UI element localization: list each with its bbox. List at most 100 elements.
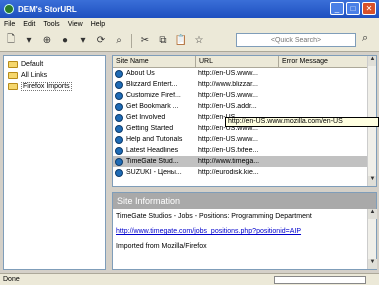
refresh-icon[interactable]: ⟳ xyxy=(93,33,109,49)
paste-icon[interactable]: 📋 xyxy=(173,33,189,49)
dropdown-arrow-icon[interactable]: ▾ xyxy=(75,33,91,49)
dropdown-arrow-icon[interactable]: ▾ xyxy=(21,33,37,49)
url-cell: http://en-US.www... xyxy=(198,70,258,77)
site-name-cell: Blizzard Entert... xyxy=(113,80,196,89)
site-info-header: Site Information xyxy=(113,193,376,209)
site-name-cell: Help and Tutorials xyxy=(113,135,196,144)
menu-edit[interactable]: Edit xyxy=(23,21,35,28)
table-row[interactable]: Latest Headlines http://en-US.fxfee... xyxy=(113,145,376,156)
url-tooltip: http://en-US.www.mozilla.com/en-US xyxy=(225,117,379,127)
site-name-text: Blizzard Entert... xyxy=(126,81,178,88)
table-row[interactable]: Help and Tutorials http://en-US.www... xyxy=(113,134,376,145)
site-name-text: TimeGate Stud... xyxy=(126,158,179,165)
site-name-cell: Get Bookmark ... xyxy=(113,102,196,111)
scroll-up-icon[interactable]: ▲ xyxy=(368,209,377,219)
toolbar: 🗋 ▾ ⊕ ● ▾ ⟳ ⌕ ✂ ⧉ 📋 ☆ ⌕ xyxy=(0,30,379,52)
url-cell: http://eurodisk.kie... xyxy=(198,169,259,176)
scroll-up-icon[interactable]: ▲ xyxy=(368,56,376,66)
folder-icon xyxy=(8,61,18,68)
close-button[interactable]: ✕ xyxy=(362,2,376,15)
quick-search-input[interactable] xyxy=(236,33,356,47)
table-row[interactable]: Customize Firef... http://en-US.www... xyxy=(113,90,376,101)
table-row[interactable]: TimeGate Stud... http://www.timega... xyxy=(113,156,376,167)
tree-item-default[interactable]: Default xyxy=(8,59,101,70)
tree-item-label: All Links xyxy=(21,72,48,79)
globe-icon xyxy=(115,135,123,144)
find-icon[interactable]: ⌕ xyxy=(111,33,127,49)
status-progress xyxy=(274,276,366,284)
menu-file[interactable]: File xyxy=(4,21,15,28)
url-cell: http://en-US.fxfee... xyxy=(198,147,259,154)
site-info-title: TimeGate Studios - Jobs - Positions: Pro… xyxy=(116,213,312,220)
globe-icon xyxy=(115,157,123,166)
cut-icon[interactable]: ✂ xyxy=(137,33,153,49)
site-name-cell: Customize Firef... xyxy=(113,91,196,100)
site-name-text: About Us xyxy=(126,70,155,77)
favorite-star-icon[interactable]: ☆ xyxy=(191,33,207,49)
site-name-text: Getting Started xyxy=(126,125,174,132)
scroll-down-icon[interactable]: ▼ xyxy=(368,176,376,186)
scroll-down-icon[interactable]: ▼ xyxy=(368,259,377,269)
window-title: DEM's StorURL xyxy=(18,4,77,14)
globe-icon xyxy=(115,168,123,177)
column-header-url[interactable]: URL xyxy=(196,56,279,67)
tree-item-all-links[interactable]: All Links xyxy=(8,70,101,81)
table-row[interactable]: Blizzard Entert... http://www.blizzar... xyxy=(113,79,376,90)
site-name-cell: Get Involved xyxy=(113,113,196,122)
menu-tools[interactable]: Tools xyxy=(43,21,59,28)
tree-item-firefox-imports[interactable]: Firefox Imports xyxy=(8,81,101,92)
globe-icon xyxy=(115,146,123,155)
globe-icon xyxy=(115,102,123,111)
tree-item-label: Default xyxy=(21,61,44,68)
site-name-text: Get Bookmark ... xyxy=(126,103,179,110)
table-row[interactable]: SUZUKI - Цены... http://eurodisk.kie... xyxy=(113,167,376,178)
url-cell: http://en-US.www... xyxy=(198,136,258,143)
column-header-error-message[interactable]: Error Message xyxy=(279,56,368,67)
menu-view[interactable]: View xyxy=(68,21,83,28)
status-bar: Done xyxy=(0,273,379,285)
site-name-text: Latest Headlines xyxy=(126,147,179,154)
site-name-text: Get Involved xyxy=(126,114,166,121)
site-name-cell: About Us xyxy=(113,69,196,78)
globe-icon xyxy=(115,124,123,133)
add-link-icon[interactable]: ⊕ xyxy=(39,33,55,49)
site-name-text: Help and Tutorials xyxy=(126,136,183,143)
table-row[interactable]: About Us http://en-US.www... xyxy=(113,68,376,79)
tree-item-label: Firefox Imports xyxy=(21,82,72,91)
globe-icon xyxy=(115,91,123,100)
folder-tree: Default All Links Firefox Imports xyxy=(3,55,106,270)
menu-bar: File Edit Tools View Help xyxy=(0,18,379,30)
minimize-button[interactable]: _ xyxy=(330,2,344,15)
site-name-text: SUZUKI - Цены... xyxy=(126,169,182,176)
globe-icon[interactable]: ● xyxy=(57,33,73,49)
column-header-site-name[interactable]: Site Name xyxy=(113,56,196,67)
status-text: Done xyxy=(3,276,20,283)
title-bar: DEM's StorURL _ □ ✕ xyxy=(0,0,379,18)
folder-icon xyxy=(8,72,18,79)
url-cell: http://www.timega... xyxy=(198,158,260,165)
site-name-cell: TimeGate Stud... xyxy=(113,157,196,166)
globe-icon xyxy=(115,113,123,122)
search-icon[interactable]: ⌕ xyxy=(362,32,376,48)
site-name-cell: Getting Started xyxy=(113,124,196,133)
copy-icon[interactable]: ⧉ xyxy=(155,33,171,49)
maximize-button[interactable]: □ xyxy=(346,2,360,15)
globe-icon xyxy=(115,69,123,78)
menu-help[interactable]: Help xyxy=(91,21,105,28)
site-name-cell: Latest Headlines xyxy=(113,146,196,155)
globe-icon xyxy=(115,80,123,89)
site-info-panel: Site Information TimeGate Studios - Jobs… xyxy=(112,192,377,270)
site-info-scrollbar[interactable]: ▲ ▼ xyxy=(367,209,377,269)
site-info-url-link[interactable]: http://www.timegate.com/jobs_positions.p… xyxy=(113,228,376,235)
app-icon xyxy=(4,4,14,14)
url-cell: http://www.blizzar... xyxy=(198,81,258,88)
window-controls: _ □ ✕ xyxy=(330,2,376,15)
folder-icon xyxy=(8,83,18,90)
list-header: Site Name URL Error Message xyxy=(113,56,376,68)
site-name-text: Customize Firef... xyxy=(126,92,181,99)
site-name-cell: SUZUKI - Цены... xyxy=(113,168,196,177)
site-info-note: Imported from Mozilla/Firefox xyxy=(116,243,207,250)
new-document-icon[interactable]: 🗋 xyxy=(3,33,19,49)
table-row[interactable]: Get Bookmark ... http://en-US.addr... xyxy=(113,101,376,112)
toolbar-separator xyxy=(131,33,135,48)
